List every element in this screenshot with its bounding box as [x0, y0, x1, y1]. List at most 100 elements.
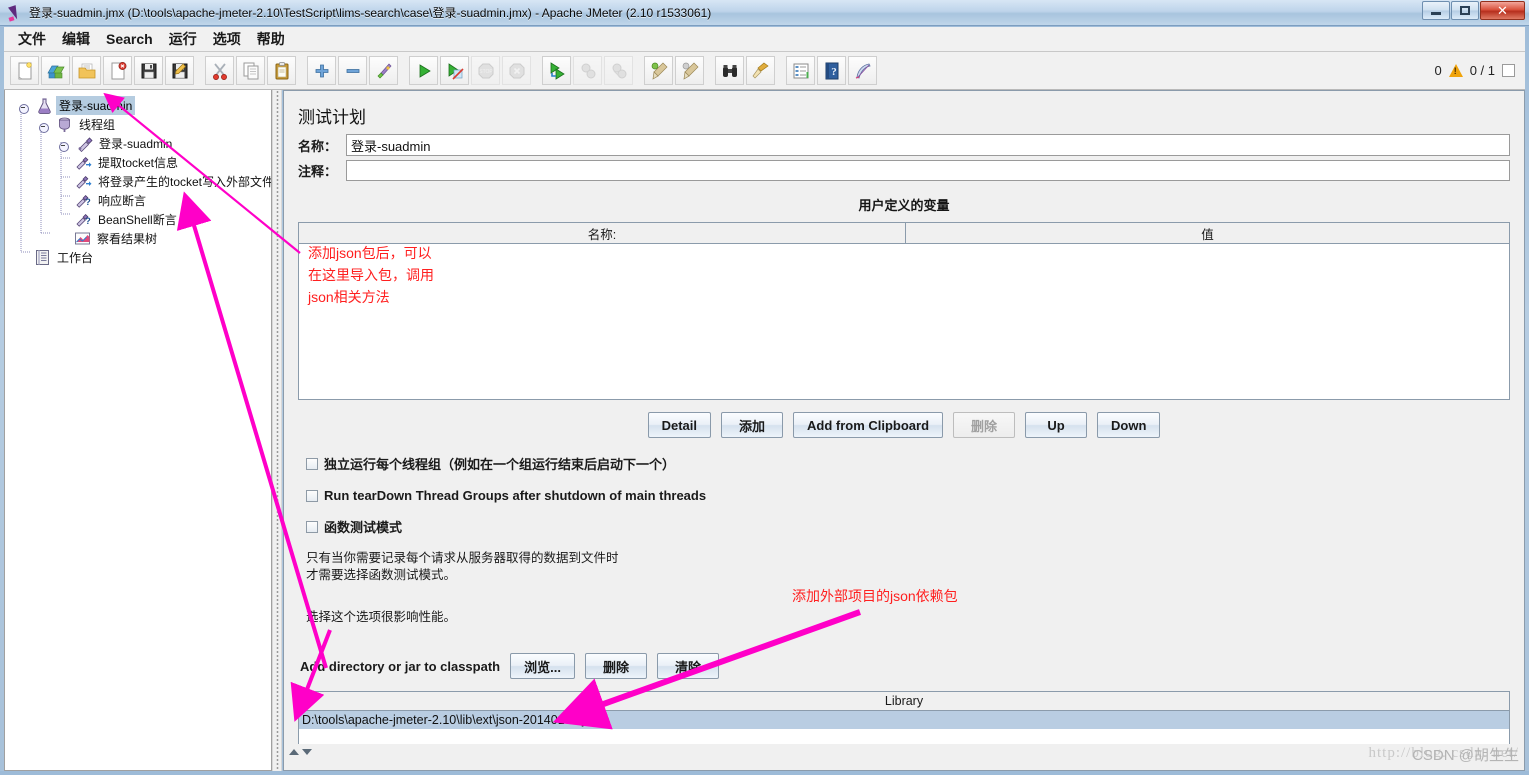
tree-node-sampler[interactable]: 登录-suadmin: [9, 134, 271, 153]
name-label: 名称：: [298, 138, 338, 154]
detail-button[interactable]: Detail: [647, 412, 711, 438]
column-header-name[interactable]: 名称:: [299, 223, 906, 244]
toggle-icon[interactable]: [369, 56, 398, 85]
assertion-icon: ?: [76, 195, 91, 208]
start-remote-icon[interactable]: [542, 56, 571, 85]
close-button[interactable]: ✕: [1480, 1, 1525, 20]
collapse-all-minus-icon[interactable]: [338, 56, 367, 85]
save-icon[interactable]: [134, 56, 163, 85]
tree-node-test-plan[interactable]: 登录-suadmin: [9, 96, 271, 115]
menu-edit[interactable]: 编辑: [54, 27, 98, 51]
checkbox-functional-test-mode[interactable]: 函数测试模式: [306, 517, 1524, 536]
tree-node-label: 响应断言: [98, 194, 147, 208]
scroll-up-icon[interactable]: [289, 749, 299, 755]
up-button[interactable]: Up: [1025, 412, 1088, 438]
paste-clipboard-icon[interactable]: [267, 56, 296, 85]
remove-button[interactable]: 删除: [584, 653, 647, 679]
checkbox-box-icon[interactable]: [306, 457, 318, 470]
copy-icon[interactable]: [236, 56, 265, 85]
checkbox-serialize-thread-groups[interactable]: 独立运行每个线程组（例如在一个组运行结束后启动下一个）: [306, 454, 1524, 473]
comment-field-row: 注释：: [298, 160, 1510, 181]
jmeter-application-window: 登录-suadmin.jmx (D:\tools\apache-jmeter-2…: [0, 0, 1529, 775]
tree-node-response-assertion[interactable]: ? 响应断言: [9, 191, 271, 210]
help-question-icon[interactable]: ?: [817, 56, 846, 85]
tree-node-view-results[interactable]: 察看结果树: [9, 229, 271, 248]
templates-icon[interactable]: [41, 56, 70, 85]
clear-broom-icon[interactable]: [644, 56, 673, 85]
add-button[interactable]: 添加: [720, 412, 783, 438]
clear-button[interactable]: 清除: [656, 653, 719, 679]
tree-node-label: 工作台: [57, 251, 94, 265]
tree-node-beanshell-assertion[interactable]: ? BeanShell断言: [9, 210, 271, 229]
column-header-library[interactable]: Library: [299, 692, 1509, 711]
classpath-row: Add directory or jar to classpath 浏览... …: [300, 653, 1524, 679]
checkbox-box-icon[interactable]: [306, 489, 318, 502]
toolbar-separator: [400, 57, 409, 85]
variable-action-buttons: Detail 添加 Add from Clipboard 删除 Up Down: [284, 412, 1524, 438]
test-plan-config-panel: 测试计划 名称： 登录-suadmin 注释： 用户定义的变量 名称: 值 De…: [283, 90, 1525, 771]
comment-input[interactable]: [346, 160, 1510, 181]
save-as-icon[interactable]: [165, 56, 194, 85]
menu-file[interactable]: 文件: [10, 27, 54, 51]
user-defined-variables-table[interactable]: 名称: 值: [298, 222, 1510, 400]
minimize-icon: [1431, 12, 1441, 15]
jmeter-feather-icon: [7, 4, 25, 22]
clear-all-broom-icon[interactable]: [675, 56, 704, 85]
browse-button[interactable]: 浏览...: [510, 653, 575, 679]
down-button[interactable]: Down: [1097, 412, 1161, 438]
maximize-button[interactable]: [1451, 1, 1479, 20]
tree-expand-handle-icon[interactable]: [58, 138, 69, 152]
tree-expand-handle-icon[interactable]: [18, 100, 29, 114]
scroll-down-icon[interactable]: [302, 749, 312, 755]
tree-node-write-file[interactable]: 将登录产生的tocket写入外部文件: [9, 172, 271, 191]
warning-count: 0: [1434, 63, 1442, 78]
reset-search-broom-icon[interactable]: [746, 56, 775, 85]
tree-expand-handle-icon[interactable]: [38, 119, 49, 133]
name-input[interactable]: 登录-suadmin: [346, 134, 1510, 156]
user-defined-variables-title: 用户定义的变量: [858, 198, 950, 213]
menu-help[interactable]: 帮助: [249, 27, 293, 51]
scroll-arrows[interactable]: [289, 749, 312, 755]
add-from-clipboard-button[interactable]: Add from Clipboard: [792, 412, 944, 438]
test-plan-tree-panel[interactable]: 登录-suadmin 线程组 登录-suadmin 提取tocket信息 将登录…: [4, 90, 272, 771]
help-text-line-1: 只有当你需要记录每个请求从服务器取得的数据到文件时: [306, 551, 619, 565]
search-binoculars-icon[interactable]: [715, 56, 744, 85]
checkbox-box-icon[interactable]: [306, 520, 318, 533]
toolbar-separator: [298, 57, 307, 85]
checkbox-teardown-on-shutdown[interactable]: Run tearDown Thread Groups after shutdow…: [306, 488, 1524, 503]
expand-all-plus-icon[interactable]: [307, 56, 336, 85]
assertion-icon: ?: [76, 214, 91, 227]
tree-node-label: 登录-suadmin: [56, 96, 136, 115]
help-text-line-2: 才需要选择函数测试模式。: [306, 568, 457, 582]
feather-icon[interactable]: [848, 56, 877, 85]
tree-node-extractor[interactable]: 提取tocket信息: [9, 153, 271, 172]
tree-node-thread-group[interactable]: 线程组: [9, 115, 271, 134]
menu-options[interactable]: 选项: [205, 27, 249, 51]
open-folder-icon[interactable]: [72, 56, 101, 85]
workbench-icon: [36, 250, 49, 265]
test-plan-tree: 登录-suadmin 线程组 登录-suadmin 提取tocket信息 将登录…: [5, 90, 271, 267]
menu-run[interactable]: 运行: [161, 27, 205, 51]
start-no-timers-icon[interactable]: [440, 56, 469, 85]
cut-scissors-icon[interactable]: [205, 56, 234, 85]
function-helper-icon[interactable]: [786, 56, 815, 85]
split-pane-divider[interactable]: [272, 90, 282, 771]
thread-indicator-icon: [1502, 64, 1515, 77]
classpath-label: Add directory or jar to classpath: [300, 658, 501, 674]
tree-node-workbench[interactable]: 工作台: [9, 248, 271, 267]
post-processor-icon: [76, 176, 92, 189]
toolbar-separator: [196, 57, 205, 85]
new-document-icon[interactable]: [10, 56, 39, 85]
column-header-value[interactable]: 值: [906, 223, 1509, 244]
close-document-icon[interactable]: [103, 56, 132, 85]
table-body[interactable]: [299, 244, 1509, 399]
thread-group-icon: [59, 117, 70, 132]
tree-node-label: BeanShell断言: [98, 213, 177, 227]
table-row[interactable]: D:\tools\apache-jmeter-2.10\lib\ext\json…: [299, 711, 1509, 729]
toolbar-separator: [706, 57, 715, 85]
warning-triangle-icon[interactable]: [1448, 64, 1463, 77]
start-play-icon[interactable]: [409, 56, 438, 85]
toolbar: STOP ? 0 ! 0 / 1: [4, 52, 1525, 90]
menu-search[interactable]: Search: [98, 29, 161, 49]
minimize-button[interactable]: [1422, 1, 1450, 20]
